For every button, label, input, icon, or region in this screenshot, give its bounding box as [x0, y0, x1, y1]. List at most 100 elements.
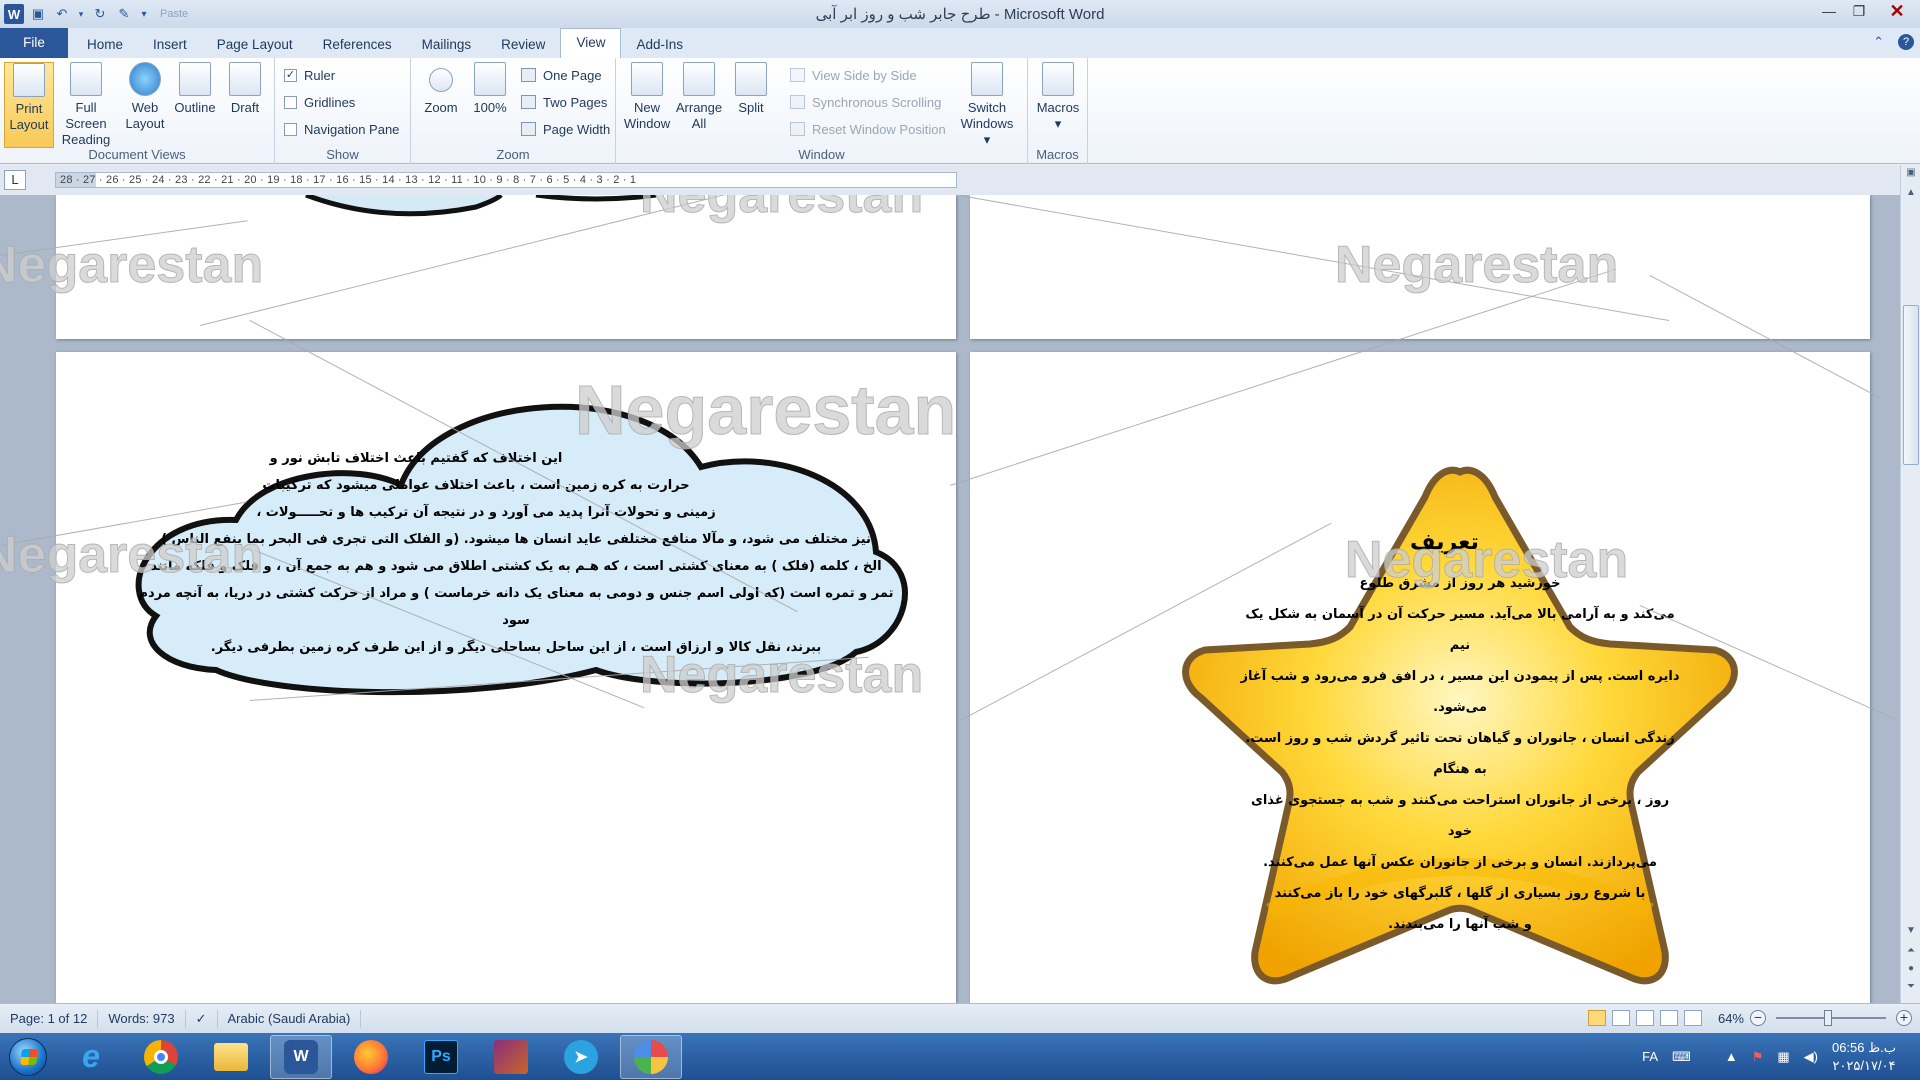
full-screen-reading-button[interactable]: Full Screen Reading	[56, 62, 116, 148]
gridlines-checkbox-row[interactable]: Gridlines	[284, 92, 355, 112]
zoom-slider[interactable]	[1776, 1010, 1886, 1026]
zoom-group: Zoom 100% One Page Two Pages Page Width …	[411, 58, 616, 164]
previous-page-icon[interactable]: ⏶	[1901, 945, 1920, 963]
taskbar-telegram[interactable]: ➤	[550, 1035, 612, 1079]
tab-mailings[interactable]: Mailings	[407, 32, 487, 58]
minimize-ribbon-icon[interactable]: ⌃	[1873, 34, 1884, 50]
watermark-text: Negarestan	[0, 236, 264, 295]
outline-view-button[interactable]	[1659, 1010, 1678, 1026]
taskbar-file-explorer[interactable]	[200, 1035, 262, 1079]
arrange-all-button[interactable]: Arrange All	[674, 62, 724, 132]
full-screen-view-button[interactable]	[1611, 1010, 1630, 1026]
print-layout-view-button[interactable]	[1587, 1010, 1606, 1026]
ruler-checkbox[interactable]: ✓	[284, 68, 297, 82]
tab-view[interactable]: View	[560, 28, 622, 58]
taskbar-chrome[interactable]	[130, 1035, 192, 1079]
start-button[interactable]	[0, 1033, 56, 1080]
zoom-in-button[interactable]: +	[1896, 1010, 1912, 1026]
scroll-thumb[interactable]	[1903, 305, 1919, 465]
scroll-down-arrow[interactable]: ▼	[1901, 925, 1920, 943]
tab-home[interactable]: Home	[72, 32, 138, 58]
window-group: New Window Arrange All Split View Side b…	[616, 58, 1028, 164]
watermark-text: Negarestan	[1334, 236, 1619, 295]
ruler-checkbox-row[interactable]: ✓ Ruler	[284, 65, 335, 85]
restore-button[interactable]: ❐	[1844, 0, 1874, 22]
document-area[interactable]: این اختلاف که گفتیم باعث اختلاف تابش نور…	[0, 195, 1900, 1003]
network-icon[interactable]: ▦	[1777, 1049, 1789, 1065]
taskbar-photoshop[interactable]: Ps	[410, 1035, 472, 1079]
language-indicator[interactable]: Arabic (Saudi Arabia)	[218, 1009, 362, 1028]
browse-object-icon[interactable]: ●	[1901, 963, 1920, 981]
help-icon[interactable]: ?	[1898, 34, 1914, 50]
tab-file[interactable]: File	[0, 28, 68, 58]
zoom-100-button[interactable]: 100%	[465, 62, 515, 116]
outline-button[interactable]: Outline	[170, 62, 220, 116]
scroll-up-arrow[interactable]: ▲	[1901, 187, 1920, 205]
tab-references[interactable]: References	[308, 32, 407, 58]
one-page-button[interactable]: One Page	[521, 65, 602, 85]
zoom-button[interactable]: Zoom	[416, 62, 466, 116]
zoom-out-button[interactable]: −	[1750, 1010, 1766, 1026]
print-layout-button[interactable]: Print Layout	[4, 62, 54, 148]
taskbar-internet-explorer[interactable]: e	[60, 1035, 122, 1079]
star-line: دایره است. پس از پیمودن این مسیر ، در اف…	[1240, 669, 1680, 715]
draft-button[interactable]: Draft	[220, 62, 270, 116]
taskbar-winrar[interactable]	[480, 1035, 542, 1079]
star-line: می‌کند و به آرامی بالا می‌آید. مسیر حرکت…	[1245, 607, 1675, 653]
language-bar[interactable]: FA	[1642, 1049, 1658, 1064]
proofing-icon[interactable]: ✓	[186, 1009, 218, 1028]
web-layout-icon	[129, 62, 161, 96]
reset-window-position-button[interactable]: Reset Window Position	[790, 119, 946, 139]
ruler-toggle-icon[interactable]: ▣	[1901, 167, 1920, 185]
volume-icon[interactable]: ◀)	[1804, 1049, 1818, 1065]
draft-view-button[interactable]	[1683, 1010, 1702, 1026]
tab-page-layout[interactable]: Page Layout	[202, 32, 308, 58]
web-layout-button[interactable]: Web Layout	[120, 62, 170, 132]
watermark-text: Negarestan	[0, 526, 264, 585]
page-count[interactable]: Page: 1 of 12	[0, 1009, 99, 1028]
tab-add-ins[interactable]: Add-Ins	[621, 32, 698, 58]
telegram-icon: ➤	[564, 1039, 598, 1074]
zoom-level[interactable]: 64%	[1718, 1011, 1744, 1026]
minimize-button[interactable]: —	[1814, 0, 1844, 22]
vertical-scrollbar[interactable]: ▣ ▲ ▼ ⏶ ● ⏷	[1900, 165, 1920, 1003]
new-window-button[interactable]: New Window	[622, 62, 672, 132]
horizontal-ruler[interactable]: 28 · 27 · 26 · 25 · 24 · 23 · 22 · 21 · …	[55, 172, 957, 188]
page-lower-right: تعریف خورشید هر روز از مشرق طلوع می‌کند …	[970, 352, 1870, 1003]
star-text: خورشید هر روز از مشرق طلوع می‌کند و به آ…	[1240, 568, 1680, 940]
taskbar-firefox[interactable]	[340, 1035, 402, 1079]
clock[interactable]: 06:56 ب.ظ ۲۰۲۵/۱۷/۰۴	[1832, 1039, 1896, 1075]
macros-icon	[1042, 62, 1074, 96]
action-center-icon[interactable]: ⚑	[1752, 1049, 1764, 1065]
gridlines-checkbox[interactable]	[284, 95, 297, 109]
show-hidden-icons[interactable]: ▲	[1725, 1049, 1738, 1064]
taskbar-paint[interactable]	[620, 1034, 682, 1079]
next-page-icon[interactable]: ⏷	[1901, 981, 1920, 999]
word-count[interactable]: Words: 973	[98, 1009, 186, 1028]
split-button[interactable]: Split	[726, 62, 776, 116]
reset-position-icon	[790, 122, 805, 136]
macros-button[interactable]: Macros ▾	[1033, 62, 1083, 132]
zoom-slider-knob[interactable]	[1824, 1010, 1832, 1026]
close-button[interactable]: ✕	[1874, 0, 1920, 22]
tab-insert[interactable]: Insert	[138, 32, 202, 58]
view-side-by-side-button[interactable]: View Side by Side	[790, 65, 917, 85]
keyboard-icon[interactable]: ⌨	[1672, 1049, 1691, 1065]
two-pages-button[interactable]: Two Pages	[521, 92, 607, 112]
synchronous-scrolling-button[interactable]: Synchronous Scrolling	[790, 92, 941, 112]
switch-windows-button[interactable]: Switch Windows ▾	[956, 62, 1018, 148]
ruler-bar: L 28 · 27 · 26 · 25 · 24 · 23 · 22 · 21 …	[0, 165, 1920, 195]
macros-group: Macros ▾ Macros	[1028, 58, 1088, 164]
tab-review[interactable]: Review	[486, 32, 560, 58]
paint-icon	[634, 1039, 668, 1074]
photoshop-icon: Ps	[424, 1039, 458, 1074]
tab-selector[interactable]: L	[4, 170, 26, 190]
navigation-pane-checkbox[interactable]	[284, 122, 297, 136]
ruler-marks: 28 · 27 · 26 · 25 · 24 · 23 · 22 · 21 · …	[60, 174, 637, 186]
title-bar: W ▣ ↶ ▾ ↻ ✎ ▾ Paste طرح جابر شب و روز اب…	[0, 0, 1920, 28]
web-layout-view-button[interactable]	[1635, 1010, 1654, 1026]
document-views-group: Print Layout Full Screen Reading Web Lay…	[0, 58, 275, 164]
taskbar-word[interactable]: W	[270, 1034, 332, 1079]
navigation-pane-checkbox-row[interactable]: Navigation Pane	[284, 119, 399, 139]
page-width-button[interactable]: Page Width	[521, 119, 610, 139]
